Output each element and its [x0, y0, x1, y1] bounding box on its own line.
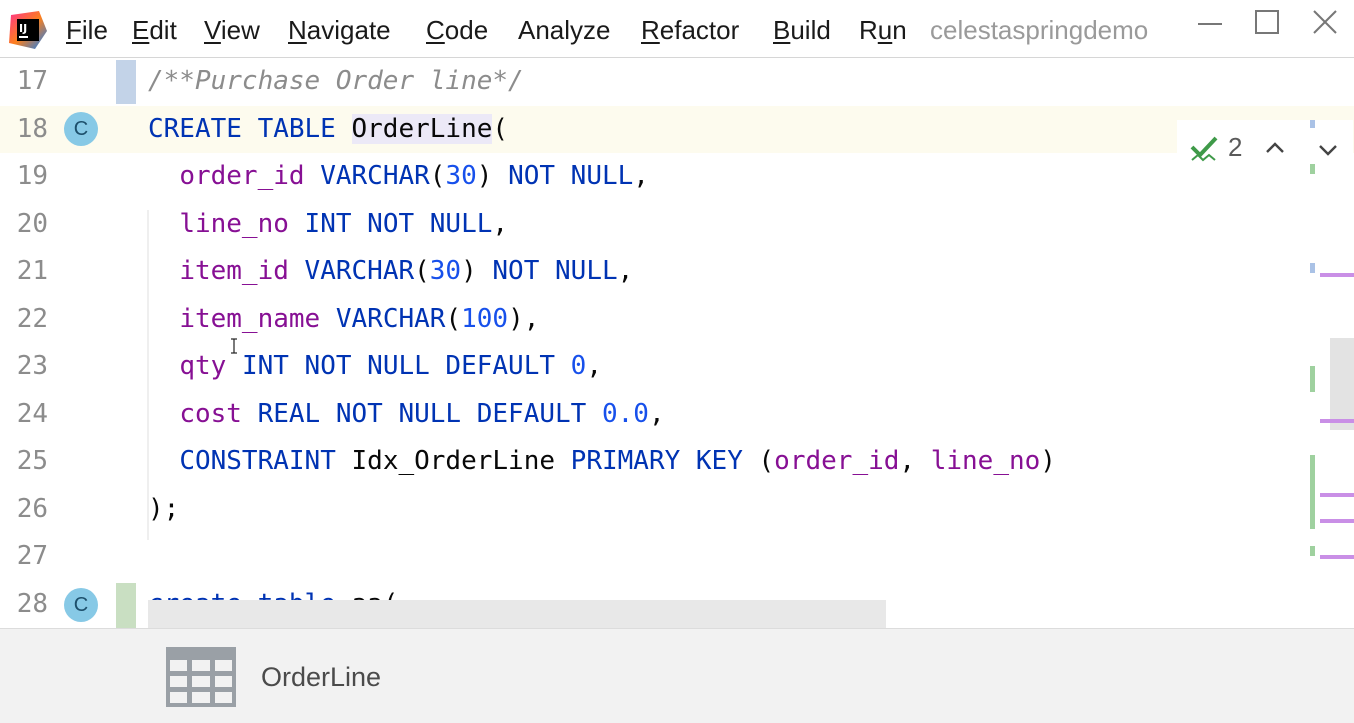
code-line[interactable]: 19 order_id VARCHAR(30) NOT NULL, — [0, 153, 1354, 201]
code-text: ); — [148, 493, 180, 524]
menu-view[interactable]: View — [204, 14, 260, 46]
line-number: 27 — [16, 541, 48, 571]
menu-run-mnemonic: u — [877, 15, 893, 45]
stripe-marker[interactable] — [1320, 493, 1354, 497]
menu-file-mnemonic: F — [66, 15, 82, 45]
indent-guide — [147, 210, 149, 540]
text-cursor-icon — [231, 338, 237, 354]
menu-navigate[interactable]: Navigate — [288, 14, 391, 46]
menu-code-mnemonic: C — [426, 15, 445, 45]
line-number: 25 — [16, 446, 48, 476]
intellij-logo-icon: IJ — [9, 11, 47, 49]
inspection-count: 2 — [1228, 132, 1243, 162]
title-bar: IJ File Edit View Navigate Code Analyze … — [0, 0, 1354, 58]
stripe-marker[interactable] — [1310, 164, 1315, 174]
menu-edit-label: dit — [149, 15, 177, 45]
menu-file-label: ile — [81, 15, 108, 45]
line-number: 22 — [16, 303, 48, 334]
menu-run[interactable]: Run — [859, 14, 907, 46]
svg-text:IJ: IJ — [19, 22, 27, 35]
stripe-marker[interactable] — [1320, 419, 1354, 423]
code-line[interactable]: 22 item_name VARCHAR(100), — [0, 296, 1354, 344]
stripe-marker[interactable] — [1320, 555, 1354, 559]
stripe-marker[interactable] — [1320, 273, 1354, 277]
line-number: 28 — [16, 588, 48, 619]
menu-navigate-label: avigate — [306, 15, 391, 45]
menu-navigate-mnemonic: N — [288, 15, 307, 45]
close-icon[interactable] — [1300, 4, 1350, 44]
code-line-current[interactable]: 18 C CREATE TABLE OrderLine( — [0, 105, 1354, 153]
line-number: 18 — [16, 113, 48, 144]
stripe-marker[interactable] — [1310, 120, 1315, 128]
stripe-marker[interactable] — [1320, 519, 1354, 523]
stripe-marker[interactable] — [1310, 366, 1315, 392]
line-number: 24 — [16, 398, 48, 429]
menu-view-label: iew — [220, 15, 260, 45]
stripe-marker[interactable] — [1310, 455, 1315, 529]
line-number: 26 — [16, 493, 48, 524]
menu-code-label: ode — [444, 15, 489, 45]
code-text: line_no INT NOT NULL, — [179, 208, 509, 239]
code-text: /**Purchase Order line*/ — [148, 66, 524, 96]
code-line[interactable]: 26 ); — [0, 486, 1354, 534]
vcs-added-marker[interactable] — [116, 582, 136, 628]
breadcrumb-label[interactable]: OrderLine — [261, 661, 381, 693]
menu-analyze-label: Analyze — [518, 15, 611, 45]
code-line[interactable]: 21 item_id VARCHAR(30) NOT NULL, — [0, 248, 1354, 296]
minimize-icon[interactable] — [1186, 4, 1236, 44]
stripe-marker[interactable] — [1310, 263, 1315, 273]
vcs-modified-marker[interactable] — [116, 60, 136, 104]
menu-run-label-end: n — [892, 15, 907, 45]
menu-refactor-label: efactor — [659, 15, 740, 45]
code-line[interactable]: 24 cost REAL NOT NULL DEFAULT 0.0, — [0, 391, 1354, 439]
code-text: CREATE TABLE OrderLine( — [148, 113, 509, 144]
maximize-icon[interactable] — [1243, 4, 1293, 44]
line-number: 20 — [16, 208, 48, 239]
check-icon — [1190, 136, 1218, 162]
completion-popup-edge — [148, 600, 886, 630]
code-text: CONSTRAINT Idx_OrderLine PRIMARY KEY (or… — [179, 446, 1056, 476]
line-number: 19 — [16, 161, 48, 191]
chevron-up-icon[interactable] — [1263, 136, 1287, 160]
menu-edit-mnemonic: E — [132, 15, 150, 45]
code-line[interactable]: 23 qty INT NOT NULL DEFAULT 0, — [0, 343, 1354, 391]
table-icon — [166, 647, 236, 707]
menu-run-label-start: R — [859, 15, 878, 45]
code-text: qty INT NOT NULL DEFAULT 0, — [179, 351, 602, 381]
menu-build-label: uild — [790, 15, 831, 45]
menu-analyze[interactable]: Analyze — [518, 14, 611, 46]
menu-refactor[interactable]: Refactor — [641, 14, 739, 46]
code-line[interactable]: 27 — [0, 533, 1354, 581]
code-line[interactable]: 17 /**Purchase Order line*/ — [0, 58, 1354, 106]
code-text: item_name VARCHAR(100), — [179, 303, 540, 334]
project-name: celestaspringdemo — [930, 15, 1149, 45]
line-number: 23 — [16, 351, 48, 381]
code-line[interactable]: 25 CONSTRAINT Idx_OrderLine PRIMARY KEY … — [0, 438, 1354, 486]
breadcrumb-bar[interactable]: OrderLine — [0, 628, 1354, 723]
table-badge-icon[interactable]: C — [64, 587, 98, 622]
menu-build-mnemonic: B — [773, 15, 791, 45]
menu-view-mnemonic: V — [204, 15, 221, 45]
code-text: order_id VARCHAR(30) NOT NULL, — [179, 161, 649, 191]
menu-code[interactable]: Code — [426, 14, 488, 46]
inspection-widget[interactable]: 2 — [1177, 120, 1353, 174]
code-editor[interactable]: 17 /**Purchase Order line*/ 18 C CREATE … — [0, 58, 1354, 628]
code-line[interactable]: 20 line_no INT NOT NULL, — [0, 201, 1354, 249]
code-text: cost REAL NOT NULL DEFAULT 0.0, — [179, 398, 665, 429]
line-number: 17 — [16, 66, 48, 96]
scrollbar-thumb[interactable] — [1330, 338, 1354, 430]
line-number: 21 — [16, 256, 48, 286]
menu-refactor-mnemonic: R — [641, 15, 660, 45]
chevron-down-icon[interactable] — [1316, 138, 1340, 162]
stripe-marker[interactable] — [1310, 546, 1315, 556]
menu-build[interactable]: Build — [773, 14, 831, 46]
code-text: item_id VARCHAR(30) NOT NULL, — [179, 256, 634, 286]
table-badge-icon[interactable]: C — [64, 111, 98, 146]
menu-file[interactable]: File — [66, 14, 108, 46]
menu-edit[interactable]: Edit — [132, 14, 177, 46]
